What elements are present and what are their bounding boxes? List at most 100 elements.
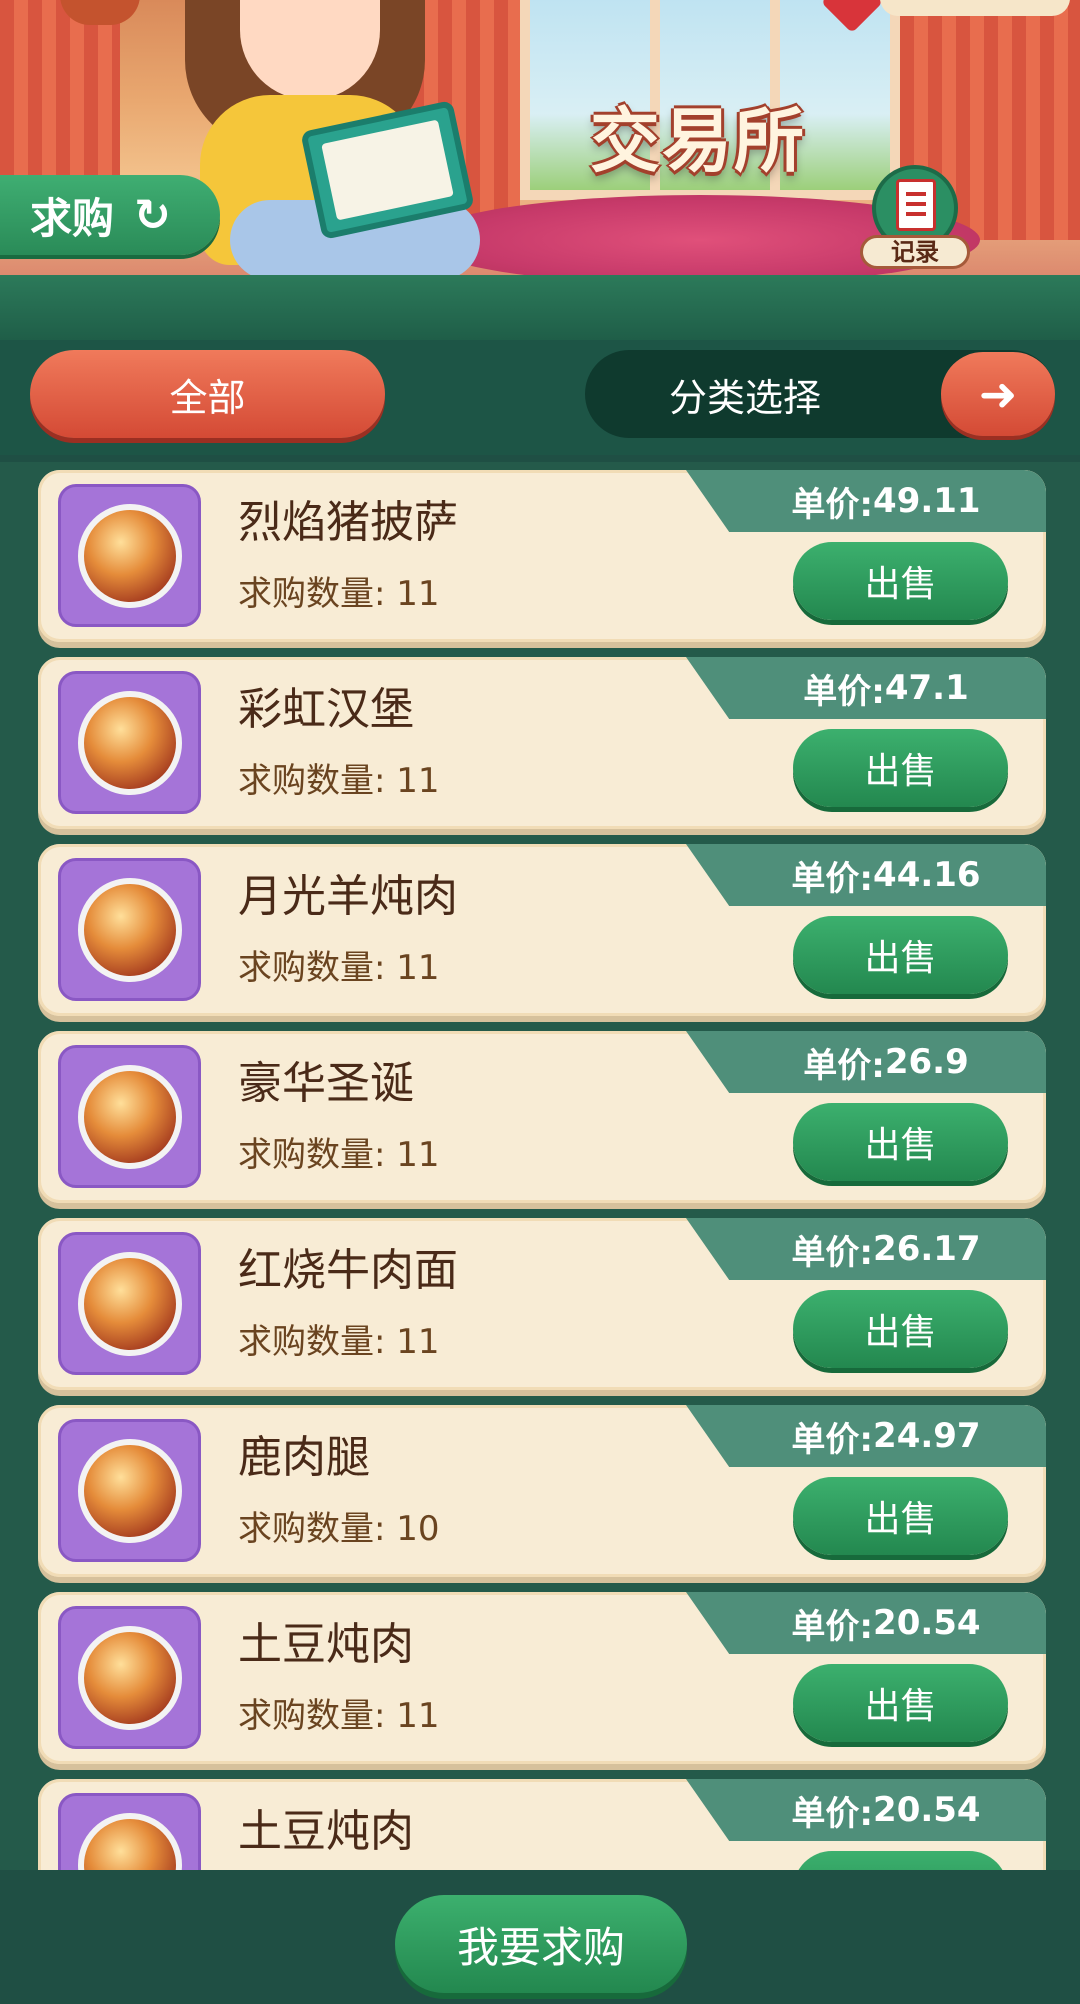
quantity-value: 11 [396,1322,440,1362]
item-quantity: 求购数量: 11 [238,1314,440,1363]
food-thumbnail [58,858,201,1001]
dish-icon [77,877,182,982]
sell-button[interactable]: 出售 [793,729,1008,807]
price-prefix: 单价: [791,858,874,899]
sell-button[interactable]: 出售 [793,1103,1008,1181]
item-quantity: 求购数量: 11 [238,1688,440,1737]
record-label: 记录 [860,235,970,269]
price-value: 47.1 [884,668,969,708]
quantity-prefix: 求购数量: [238,761,397,801]
food-thumbnail [58,484,201,627]
price-value: 20.54 [873,1790,981,1830]
price-value: 44.16 [873,855,981,895]
item-name: 红烧牛肉面 [238,1245,458,1296]
quantity-prefix: 求购数量: [238,948,397,988]
quantity-prefix: 求购数量: [238,1509,397,1549]
unit-price: 单价: 49.11 [686,470,1046,532]
list-item: 豪华圣诞求购数量: 11 单价: 26.9 出售 [38,1031,1046,1203]
unit-price: 单价: 44.16 [686,844,1046,906]
sell-button[interactable]: 出售 [793,542,1008,620]
list-item: 彩虹汉堡求购数量: 11 单价: 47.1 出售 [38,657,1046,829]
unit-price: 单价: 20.54 [686,1779,1046,1841]
quantity-prefix: 求购数量: [238,1696,397,1736]
unit-price: 单价: 26.9 [686,1031,1046,1093]
arrow-right-icon[interactable]: ➜ [941,352,1055,436]
price-prefix: 单价: [803,1045,885,1086]
dish-icon [77,1438,182,1543]
food-thumbnail [58,1232,201,1375]
category-select-label: 分类选择 [668,375,821,420]
price-value: 26.9 [884,1042,969,1082]
unit-price: 单价: 26.17 [686,1218,1046,1280]
refresh-icon[interactable]: ↻ [134,190,171,241]
food-thumbnail [58,1419,201,1562]
list-item: 土豆炖肉求购数量: 11 单价:20.54 出售 [38,1592,1046,1764]
page-title: 交易所 [590,100,806,182]
dish-icon [77,1064,182,1169]
quantity-prefix: 求购数量: [238,1322,397,1362]
all-filter-button[interactable]: 全部 [30,350,385,438]
sell-button[interactable]: 出售 [793,1664,1008,1742]
item-name: 鹿肉腿 [238,1432,370,1483]
price-prefix: 单价: [791,1232,874,1273]
price-prefix: 单价: [791,1419,874,1460]
dish-icon [77,690,182,795]
food-thumbnail [58,1606,201,1749]
quantity-prefix: 求购数量: [238,574,397,614]
price-prefix: 单价: [791,1793,874,1834]
list-item: 土豆炖肉求购数量: 11单价:20.54出售 [38,1779,1046,1870]
sell-button[interactable]: 出售 [793,1290,1008,1368]
food-thumbnail [58,1793,201,1870]
sell-button[interactable]: 出售 [793,1477,1008,1555]
price-value: 24.97 [873,1416,981,1456]
sell-button[interactable]: 出售 [793,916,1008,994]
item-name: 豪华圣诞 [238,1058,414,1109]
item-name: 月光羊炖肉 [238,871,458,922]
want-buy-button[interactable]: 我要求购 [395,1895,687,1993]
list-item: 鹿肉腿求购数量: 10 单价: 24.97 出售 [38,1405,1046,1577]
price-prefix: 单价: [803,671,885,712]
price-prefix: 单价: [791,1606,874,1647]
buy-tab[interactable]: 求购 ↻ [0,175,220,255]
item-quantity: 求购数量: 10 [238,1501,440,1550]
unit-price: 单价: 20.54 [686,1592,1046,1654]
item-name: 烈焰猪披萨 [238,497,458,548]
unit-price: 单价: 24.97 [686,1405,1046,1467]
sell-button[interactable]: 出售 [793,1851,1008,1870]
document-icon [896,179,936,231]
food-thumbnail [58,1045,201,1188]
item-name: 土豆炖肉 [238,1806,414,1857]
list-item: 红烧牛肉面求购数量: 11 单价: 26.17 出售 [38,1218,1046,1390]
dish-icon [77,1625,182,1730]
quantity-value: 10 [396,1509,440,1549]
record-button[interactable]: 记录 [860,165,970,275]
quantity-value: 11 [396,574,440,614]
buy-tab-label: 求购 [30,193,115,243]
food-thumbnail [58,671,201,814]
item-quantity: 求购数量: 11 [238,1127,440,1176]
quantity-prefix: 求购数量: [238,1135,397,1175]
price-value: 26.17 [873,1229,981,1269]
unit-price: 单价: 47.1 [686,657,1046,719]
quantity-value: 11 [396,948,440,988]
dish-icon [77,503,182,608]
currency-pill [880,0,1070,16]
category-select[interactable]: 分类选择 ➜ [585,350,1055,438]
item-quantity: 求购数量: 11 [238,566,440,615]
quantity-value: 11 [396,761,440,801]
item-name: 彩虹汉堡 [238,684,414,735]
quantity-value: 11 [396,1135,440,1175]
list-item: 月光羊炖肉求购数量: 11 单价: 44.16 出售 [38,844,1046,1016]
price-value: 20.54 [873,1603,981,1643]
price-prefix: 单价: [791,484,874,525]
order-list[interactable]: 烈焰猪披萨 求购数量: 11 单价: 49.11 出售 彩虹汉堡 求购数量: 11 单价: 47… [0,462,1080,1870]
dish-icon [77,1812,182,1870]
header-divider [0,275,1080,340]
item-quantity: 求购数量: 11 [238,940,440,989]
list-item: 烈焰猪披萨求购数量: 11 单价: 49.11 出售 [38,470,1046,642]
item-name: 土豆炖肉 [238,1619,414,1670]
dish-icon [77,1251,182,1356]
price-value: 49.11 [873,481,981,521]
item-quantity: 求购数量: 11 [238,753,440,802]
quantity-value: 11 [396,1696,440,1736]
